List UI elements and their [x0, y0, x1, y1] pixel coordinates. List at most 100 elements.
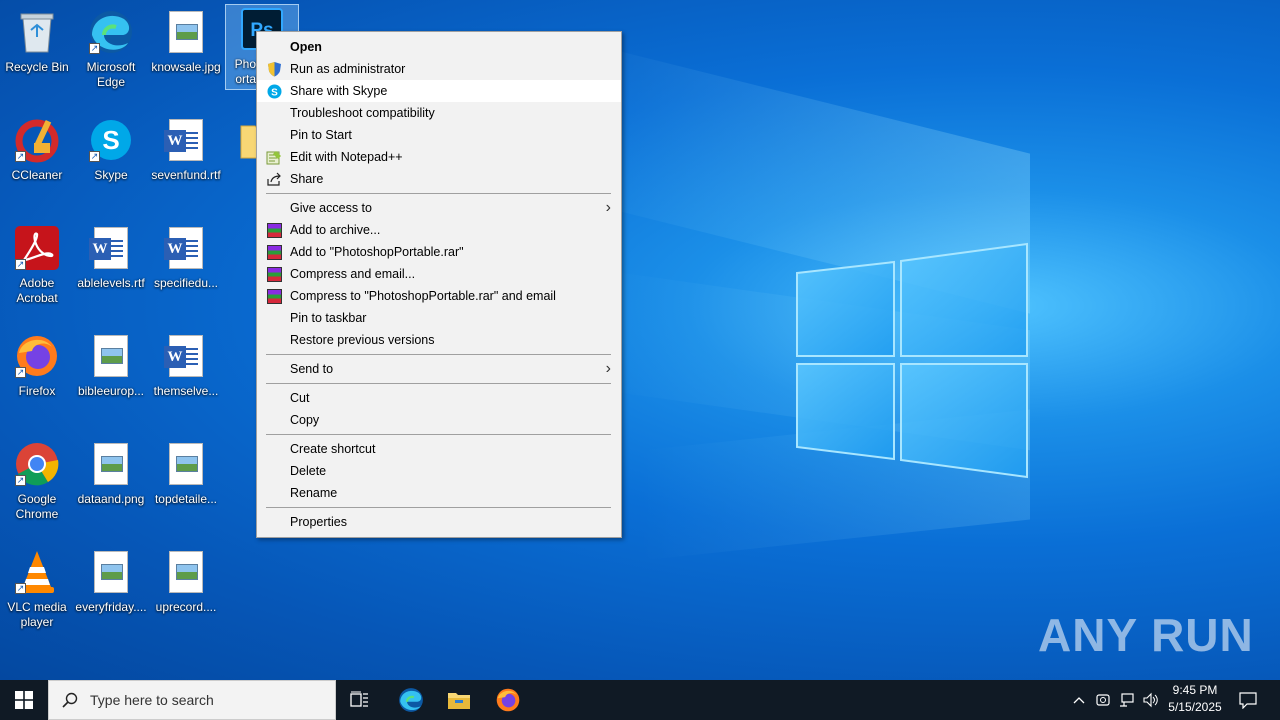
menu-separator: [266, 193, 611, 194]
desktop-icon-ccleaner[interactable]: ↗ CCleaner: [1, 116, 73, 183]
menu-item-label: Restore previous versions: [290, 333, 435, 347]
menu-item-copy[interactable]: Copy: [257, 409, 621, 431]
taskbar-search-box[interactable]: Type here to search: [48, 680, 336, 720]
edge-icon: ↗: [87, 8, 135, 56]
taskbar-clock[interactable]: 9:45 PM 5/15/2025: [1160, 682, 1230, 716]
task-view-icon: [350, 691, 368, 707]
taskbar-firefox-button[interactable]: [484, 680, 532, 720]
desktop-icon-label: Recycle Bin: [5, 60, 69, 74]
menu-item-create-shortcut[interactable]: Create shortcut: [257, 438, 621, 460]
start-button[interactable]: [0, 680, 48, 720]
shortcut-arrow-icon: ↗: [89, 43, 100, 54]
desktop-icon-label: themselve...: [153, 384, 219, 398]
menu-item-label: Add to "PhotoshopPortable.rar": [290, 245, 464, 259]
desktop-icon-adobe-acrobat[interactable]: ↗ Adobe Acrobat: [1, 224, 73, 306]
shortcut-arrow-icon: ↗: [15, 151, 26, 162]
desktop-icon-label: bibleeurop...: [77, 384, 145, 398]
menu-item-pin-start[interactable]: Pin to Start: [257, 124, 621, 146]
desktop-icon-bibleeurop[interactable]: bibleeurop...: [75, 332, 147, 399]
desktop-icon-dataand[interactable]: dataand.png: [75, 440, 147, 507]
menu-item-send-to[interactable]: Send to ›: [257, 358, 621, 380]
menu-item-add-archive[interactable]: Add to archive...: [257, 219, 621, 241]
desktop-icon-specifiedu[interactable]: W specifiedu...: [150, 224, 222, 291]
desktop-icon-skype[interactable]: S ↗ Skype: [75, 116, 147, 183]
wallpaper-beam: [560, 36, 1030, 314]
context-menu[interactable]: Open Run as administrator S Share with S…: [256, 31, 622, 538]
menu-item-troubleshoot[interactable]: Troubleshoot compatibility: [257, 102, 621, 124]
desktop[interactable]: Recycle Bin ↗ CCleaner ↗ Adobe Acrobat ↗…: [0, 0, 1280, 680]
menu-item-label: Compress to "PhotoshopPortable.rar" and …: [290, 289, 556, 303]
menu-item-compress-email[interactable]: Compress and email...: [257, 263, 621, 285]
menu-item-label: Run as administrator: [290, 62, 406, 76]
shortcut-arrow-icon: ↗: [89, 151, 100, 162]
menu-item-label: Edit with Notepad++: [290, 150, 403, 164]
notepad-plus-plus-icon: [266, 149, 282, 165]
desktop-icon-firefox[interactable]: ↗ Firefox: [1, 332, 73, 399]
image-file-icon: [162, 8, 210, 56]
winrar-icon: [266, 266, 282, 282]
volume-icon: [1143, 692, 1158, 708]
menu-item-open[interactable]: Open: [257, 36, 621, 58]
menu-item-add-rar[interactable]: Add to "PhotoshopPortable.rar": [257, 241, 621, 263]
menu-item-label: Add to archive...: [290, 223, 381, 237]
edge-icon: [399, 688, 423, 712]
menu-item-properties[interactable]: Properties: [257, 511, 621, 533]
menu-item-compress-rar-email[interactable]: Compress to "PhotoshopPortable.rar" and …: [257, 285, 621, 307]
menu-item-label: Troubleshoot compatibility: [290, 106, 435, 120]
menu-separator: [266, 383, 611, 384]
desktop-icon-google-chrome[interactable]: ↗ Google Chrome: [1, 440, 73, 522]
menu-item-pin-taskbar[interactable]: Pin to taskbar: [257, 307, 621, 329]
desktop-icon-label: Google Chrome: [15, 492, 59, 521]
desktop-icon-recycle-bin[interactable]: Recycle Bin: [1, 8, 73, 75]
tray-volume[interactable]: [1140, 680, 1162, 720]
taskbar-file-explorer-button[interactable]: [435, 680, 483, 720]
menu-item-label: Properties: [290, 515, 347, 529]
desktop-icon-topdetaile[interactable]: topdetaile...: [150, 440, 222, 507]
desktop-icon-label: VLC media player: [7, 600, 67, 629]
wallpaper-beam: [600, 269, 1030, 451]
menu-item-delete[interactable]: Delete: [257, 460, 621, 482]
menu-item-label: Open: [290, 40, 322, 54]
share-icon: [266, 171, 282, 187]
menu-separator: [266, 507, 611, 508]
chevron-up-icon: [1073, 697, 1085, 704]
desktop-icon-themselve[interactable]: W themselve...: [150, 332, 222, 399]
desktop-icon-label: CCleaner: [11, 168, 63, 182]
winrar-icon: [266, 244, 282, 260]
menu-item-edit-notepad[interactable]: Edit with Notepad++: [257, 146, 621, 168]
desktop-icon-label: Firefox: [18, 384, 56, 398]
action-center-button[interactable]: [1234, 680, 1262, 720]
menu-item-give-access[interactable]: Give access to ›: [257, 197, 621, 219]
desktop-icon-uprecord[interactable]: uprecord....: [150, 548, 222, 615]
tray-network[interactable]: [1116, 680, 1138, 720]
taskbar-edge-button[interactable]: [387, 680, 435, 720]
desktop-icon-vlc[interactable]: ↗ VLC media player: [1, 548, 73, 630]
desktop-icon-everyfriday[interactable]: everyfriday....: [75, 548, 147, 615]
menu-item-label: Rename: [290, 486, 338, 500]
menu-item-label: Share with Skype: [290, 84, 388, 98]
desktop-icon-knowsale[interactable]: knowsale.jpg: [150, 8, 222, 75]
clock-time: 9:45 PM: [1172, 683, 1218, 697]
recycle-bin-icon: [13, 8, 61, 56]
menu-item-label: Copy: [290, 413, 320, 427]
menu-item-run-as-admin[interactable]: Run as administrator: [257, 58, 621, 80]
menu-item-restore-versions[interactable]: Restore previous versions: [257, 329, 621, 351]
desktop-icon-microsoft-edge[interactable]: ↗ Microsoft Edge: [75, 8, 147, 90]
tray-meet-now[interactable]: [1092, 680, 1114, 720]
submenu-arrow-icon: ›: [605, 360, 611, 377]
word-doc-icon: W: [87, 224, 135, 272]
svg-text:S: S: [102, 125, 119, 155]
menu-item-label: Pin to Start: [290, 128, 352, 142]
menu-item-cut[interactable]: Cut: [257, 387, 621, 409]
menu-item-share[interactable]: Share: [257, 168, 621, 190]
desktop-icon-sevenfund[interactable]: W sevenfund.rtf: [150, 116, 222, 183]
menu-item-share-skype[interactable]: S Share with Skype: [257, 80, 621, 102]
task-view-button[interactable]: [336, 680, 384, 720]
desktop-icon-label: uprecord....: [155, 600, 217, 614]
menu-item-rename[interactable]: Rename: [257, 482, 621, 504]
image-file-icon: [162, 548, 210, 596]
show-hidden-icons-button[interactable]: [1068, 680, 1090, 720]
network-icon: [1120, 693, 1134, 707]
uac-shield-icon: [266, 61, 282, 77]
desktop-icon-ablelevels[interactable]: W ablelevels.rtf: [75, 224, 147, 291]
